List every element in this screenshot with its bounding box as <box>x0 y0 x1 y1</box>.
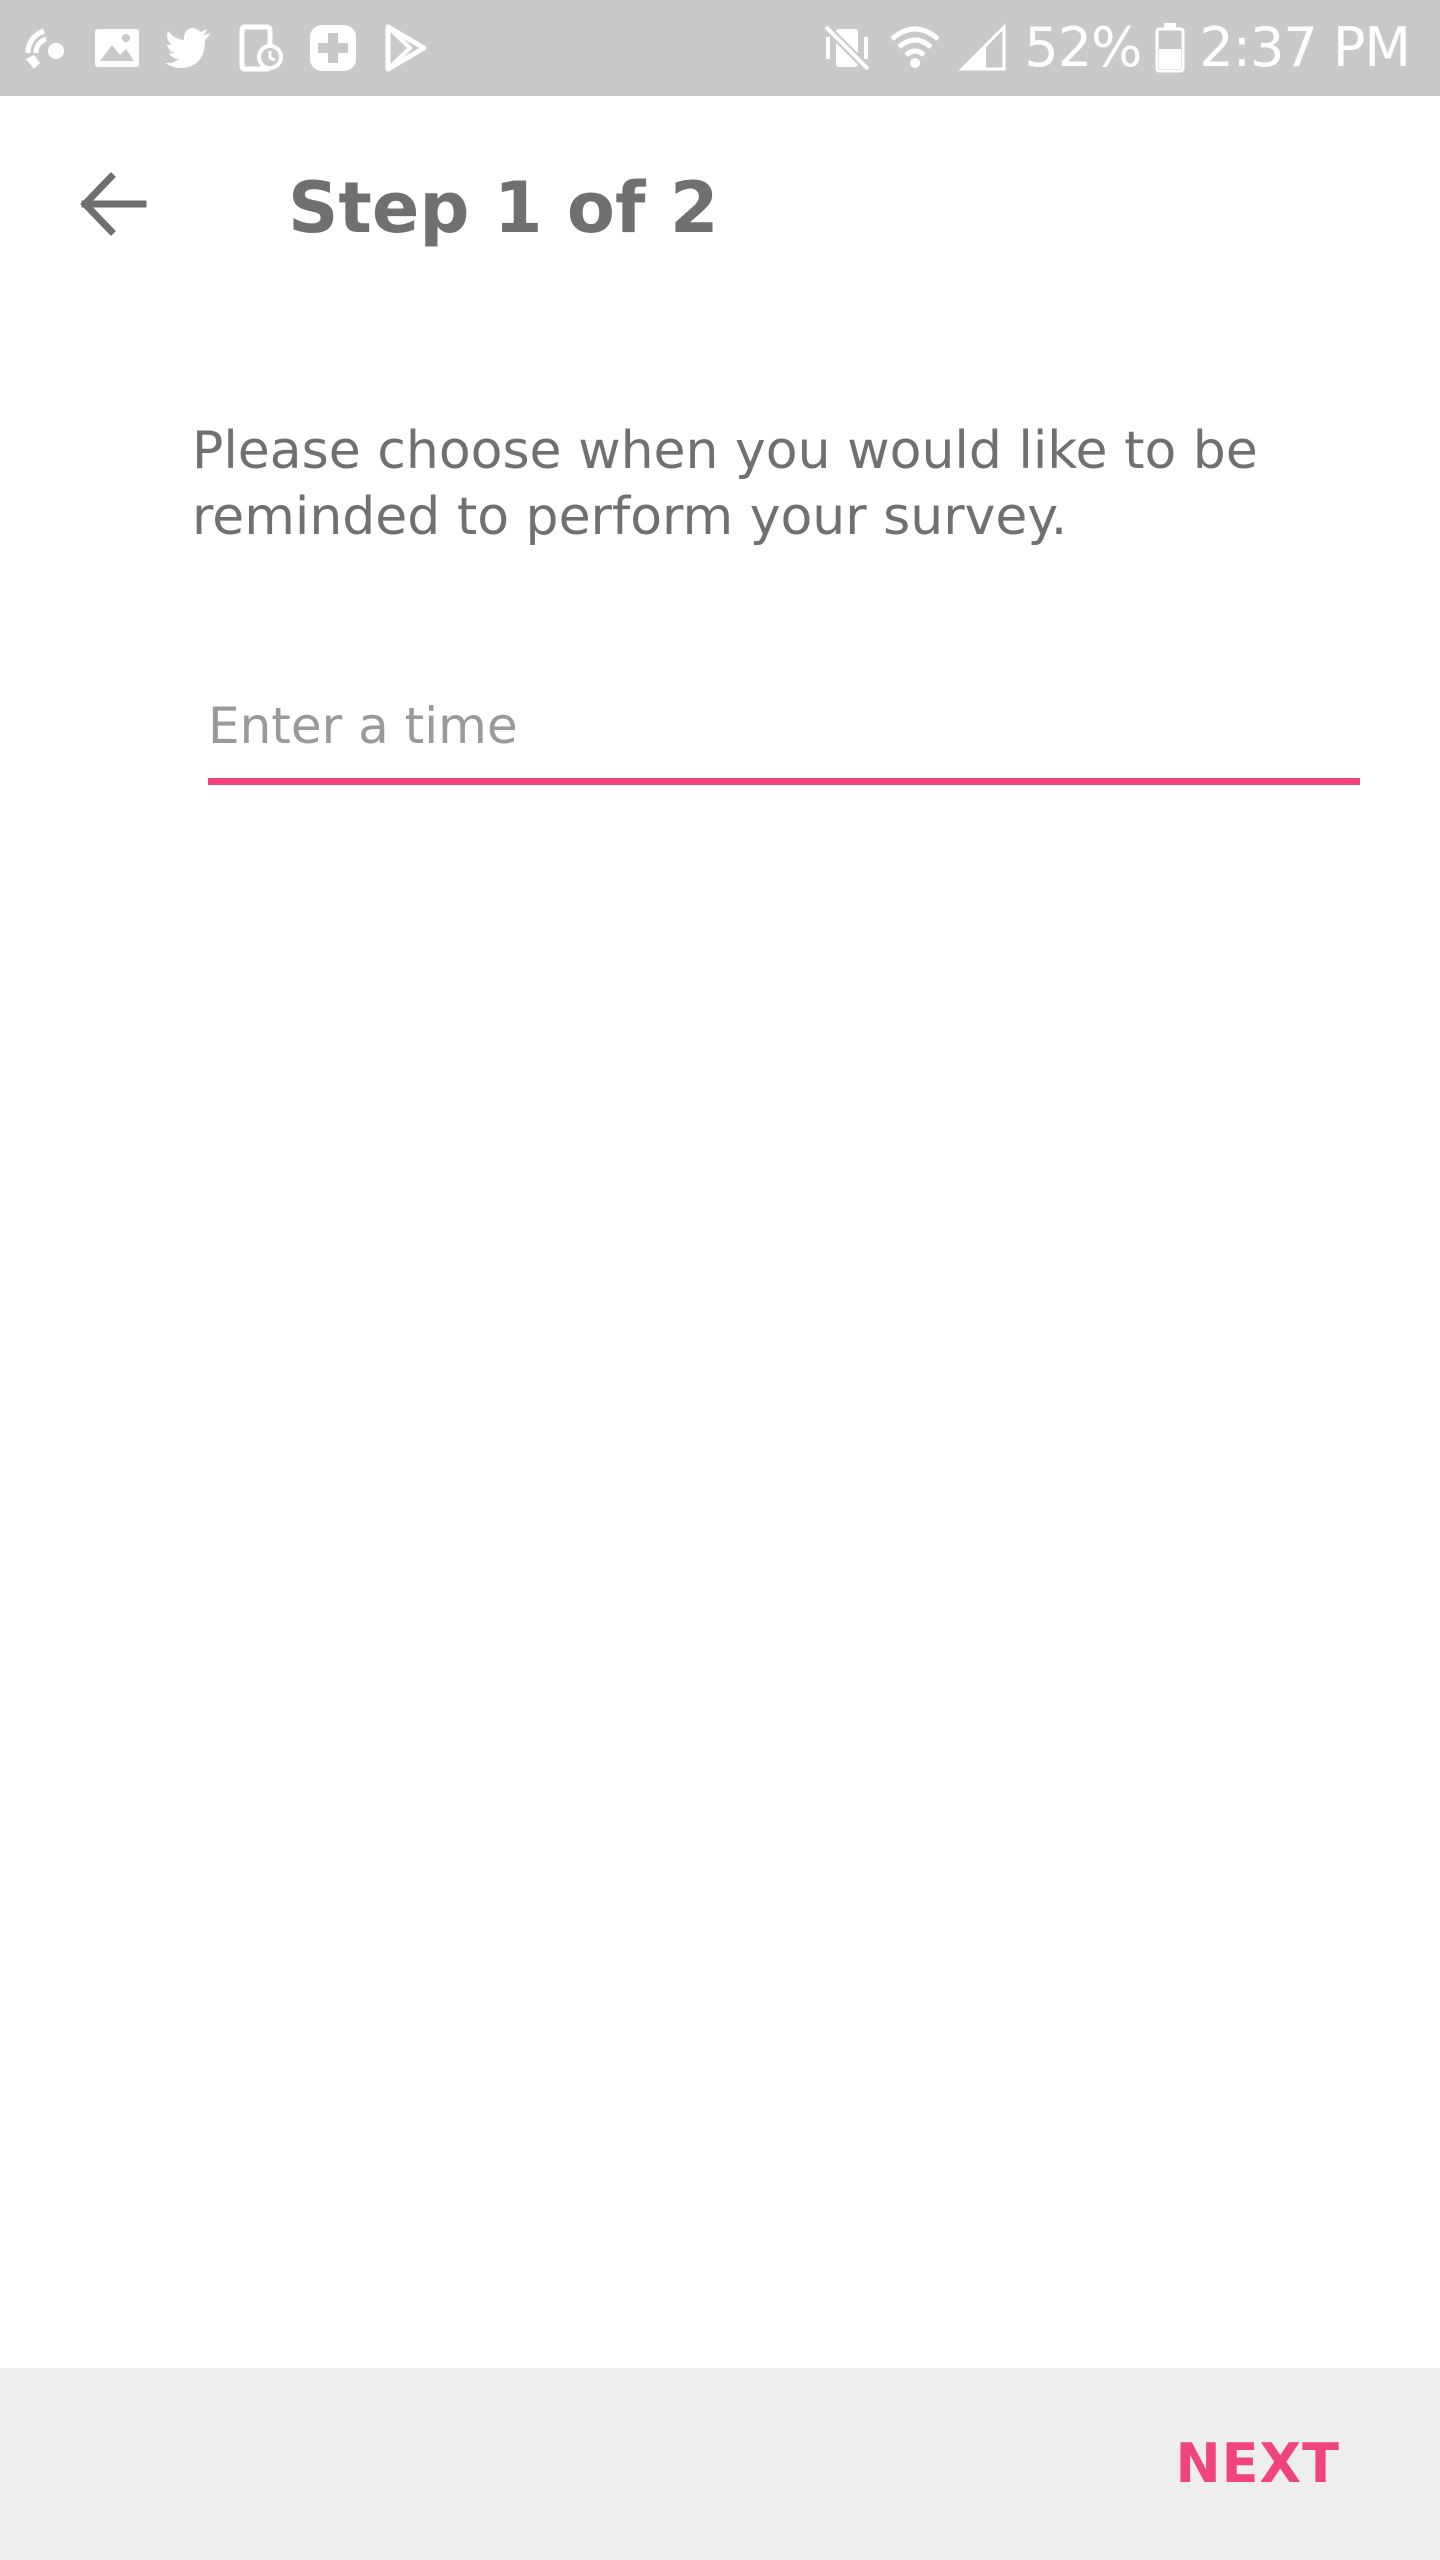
time-field <box>208 676 1360 786</box>
status-system-area: 52% 2:37 PM <box>820 16 1411 79</box>
back-button[interactable] <box>56 150 168 262</box>
status-notification-icons <box>18 18 432 78</box>
gallery-icon <box>90 21 144 75</box>
mute-vibrate-icon <box>820 21 874 75</box>
time-input[interactable] <box>208 676 1360 776</box>
device-clock-icon <box>234 21 288 75</box>
status-clock: 2:37 PM <box>1199 16 1411 79</box>
play-store-icon <box>378 21 432 75</box>
battery-percent: 52% <box>1024 16 1142 79</box>
signal-icon <box>956 21 1010 75</box>
wifi-icon <box>888 21 942 75</box>
wifi-call-icon <box>18 21 72 75</box>
instruction-text: Please choose when you would like to be … <box>192 421 1258 547</box>
bottom-bar: NEXT <box>0 2368 1440 2560</box>
plus-app-icon <box>306 21 360 75</box>
arrow-back-icon <box>77 169 147 243</box>
next-button[interactable]: NEXT <box>1175 2432 1340 2495</box>
battery-icon <box>1155 21 1185 75</box>
twitter-icon <box>162 21 216 75</box>
survey-reminder-screen: 52% 2:37 PM Step 1 of 2 Please choose wh… <box>0 0 1440 2560</box>
page-title: Step 1 of 2 <box>288 167 719 249</box>
app-bar: Step 1 of 2 <box>0 96 1440 320</box>
status-bar: 52% 2:37 PM <box>0 0 1440 96</box>
time-input-underline <box>208 778 1360 785</box>
